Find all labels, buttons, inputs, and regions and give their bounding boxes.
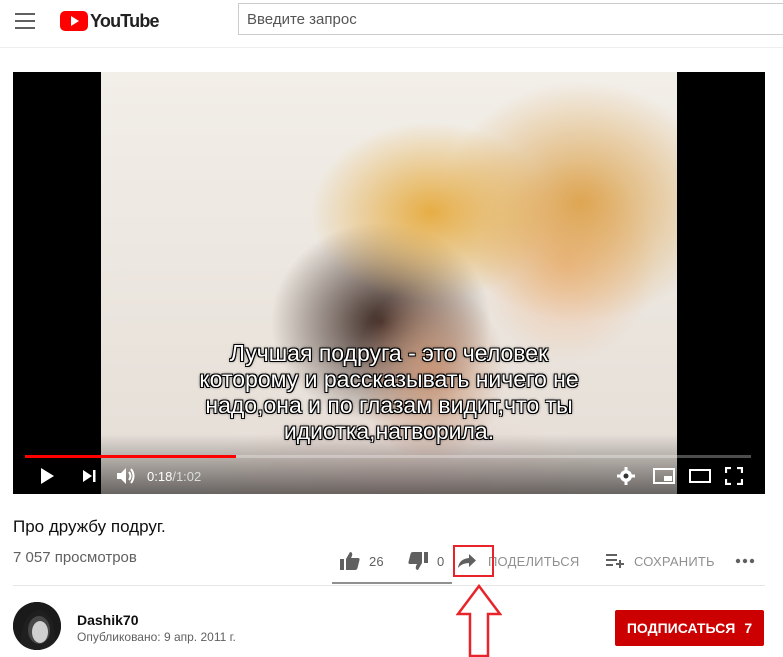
- hamburger-icon[interactable]: [15, 13, 35, 29]
- annotation-arrow-icon: [456, 584, 502, 657]
- caption-line: которому и рассказывать ничего не: [199, 366, 579, 392]
- channel-avatar[interactable]: [13, 602, 61, 650]
- masthead: YouTube: [0, 0, 783, 48]
- gear-icon: [617, 467, 635, 485]
- theater-icon: [689, 469, 711, 483]
- share-highlight-box: [453, 545, 494, 577]
- miniplayer-button[interactable]: [653, 464, 675, 488]
- logo-text: YouTube: [90, 10, 160, 31]
- video-caption: Лучшая подруга - это человек которому и …: [101, 340, 677, 444]
- video-player[interactable]: Лучшая подруга - это человек которому и …: [13, 72, 765, 494]
- play-icon: [41, 468, 54, 484]
- subscriber-count: 7: [744, 620, 753, 636]
- caption-line: Лучшая подруга - это человек: [229, 340, 549, 366]
- publish-date: Опубликовано: 9 апр. 2011 г.: [77, 630, 236, 644]
- sentiment-bar-fill: [332, 582, 452, 584]
- like-button[interactable]: 26: [340, 546, 384, 576]
- share-label: ПОДЕЛИТЬСЯ: [488, 553, 580, 569]
- avatar-image-icon: [13, 602, 61, 650]
- sentiment-bar: [332, 582, 452, 584]
- miniplayer-icon: [653, 468, 675, 484]
- thumbs-down-icon: [408, 552, 428, 570]
- volume-button[interactable]: [115, 464, 137, 488]
- volume-icon: [117, 468, 135, 484]
- fullscreen-icon: [725, 467, 743, 485]
- like-count: 26: [369, 553, 384, 569]
- youtube-play-logo-icon: [60, 11, 88, 31]
- dislike-button[interactable]: 0: [408, 546, 444, 576]
- youtube-logo[interactable]: YouTube: [60, 10, 160, 32]
- theater-mode-button[interactable]: [689, 464, 711, 488]
- duration: 1:02: [175, 468, 202, 484]
- divider: [13, 585, 765, 586]
- next-button[interactable]: [81, 464, 99, 488]
- thumbs-up-icon: [340, 552, 360, 570]
- progress-fill: [25, 455, 236, 458]
- save-button[interactable]: СОХРАНИТЬ: [606, 546, 715, 576]
- save-label: СОХРАНИТЬ: [634, 553, 715, 569]
- fullscreen-button[interactable]: [725, 464, 745, 488]
- video-title: Про дружбу подруг.: [13, 517, 166, 536]
- current-time: 0:18: [147, 468, 173, 484]
- channel-name[interactable]: Dashik70: [77, 612, 138, 628]
- subscribe-button[interactable]: ПОДПИСАТЬСЯ 7: [615, 610, 764, 646]
- playlist-add-icon: [606, 554, 624, 568]
- settings-button[interactable]: [617, 464, 637, 488]
- play-button[interactable]: [39, 464, 57, 488]
- time-display: 0:18 / 1:02: [147, 464, 201, 488]
- caption-line: надо,она и по глазам видит,что ты: [205, 392, 573, 418]
- next-icon: [83, 470, 96, 482]
- more-horizontal-icon: [735, 558, 755, 564]
- search-input[interactable]: [238, 3, 783, 35]
- subscribe-label: ПОДПИСАТЬСЯ: [626, 620, 736, 636]
- progress-bar[interactable]: [25, 455, 751, 458]
- dislike-count: 0: [437, 553, 445, 569]
- view-count: 7 057 просмотров: [13, 549, 137, 566]
- more-actions-button[interactable]: [735, 546, 755, 576]
